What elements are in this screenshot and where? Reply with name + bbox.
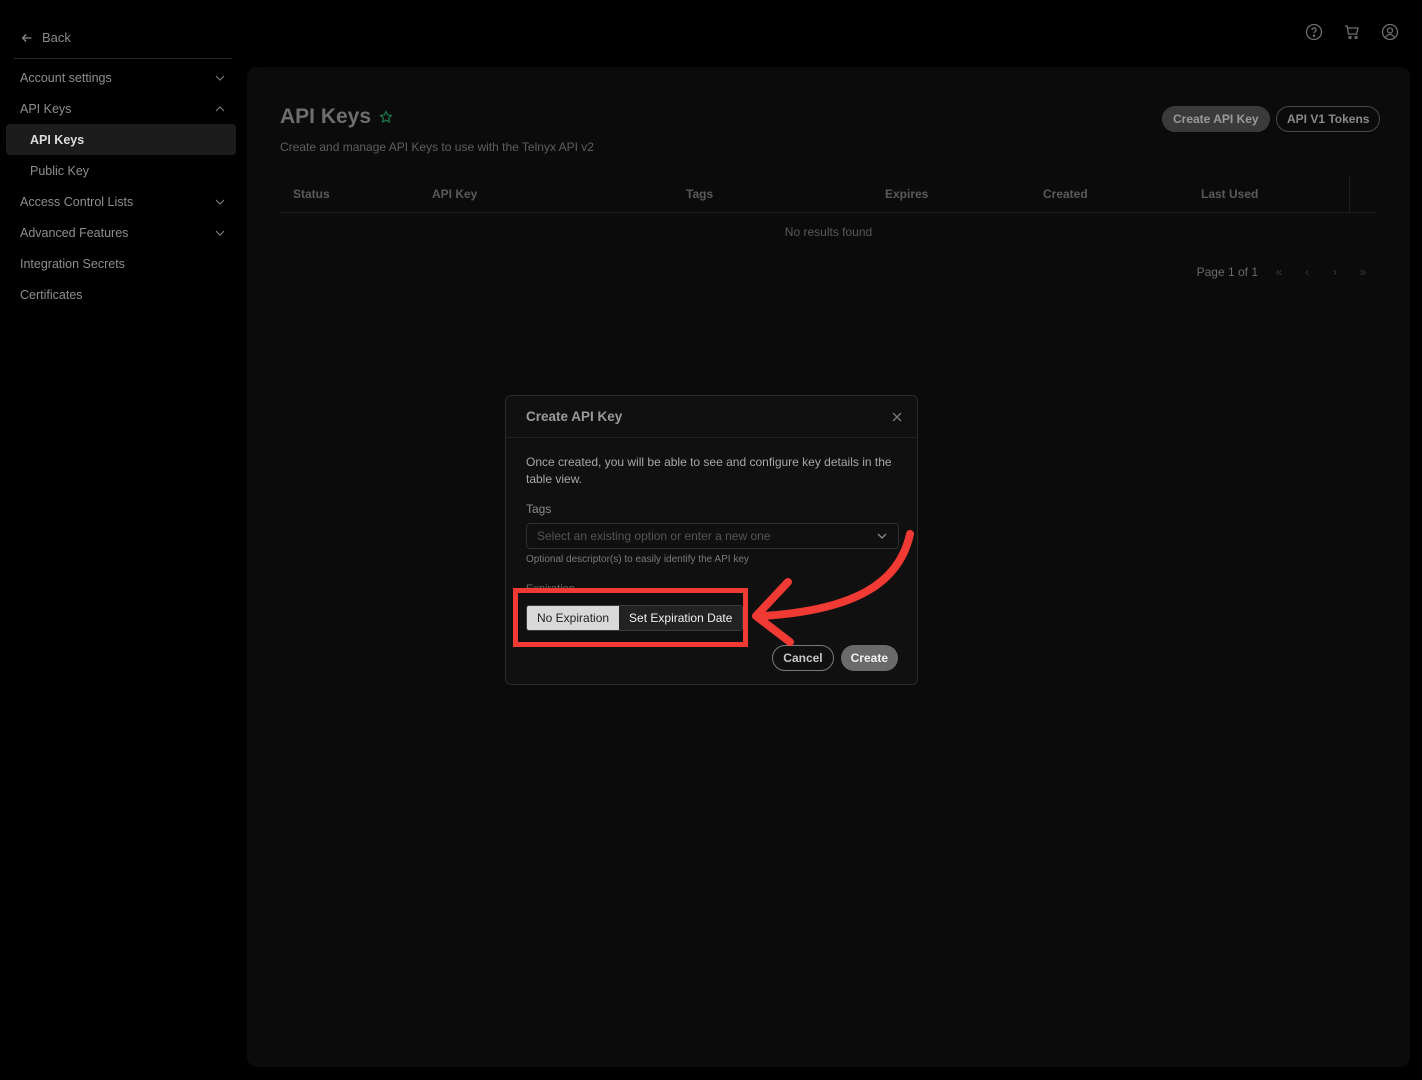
tags-placeholder: Select an existing option or enter a new… [537,529,771,543]
column-created[interactable]: Created [1043,187,1088,201]
sidebar-item-label: Certificates [20,287,83,302]
chevron-up-icon [215,105,225,111]
cart-icon[interactable] [1342,22,1362,42]
api-v1-tokens-button[interactable]: API V1 Tokens [1276,106,1381,132]
table-header: Status API Key Tags Expires Created Last… [280,175,1377,213]
api-keys-table: Status API Key Tags Expires Created Last… [280,175,1377,239]
sidebar: Back Account settings API Keys API Keys … [0,0,240,1080]
chevron-down-icon [215,230,225,236]
sidebar-item-label: Access Control Lists [20,194,134,209]
page-title: API Keys [280,105,393,129]
sidebar-item-label: API Keys [20,101,72,116]
pagination-label: Page 1 of 1 [1196,265,1258,279]
create-api-key-button[interactable]: Create API Key [1162,106,1270,132]
sidebar-item-label: Public Key [30,163,90,178]
page-subtitle: Create and manage API Keys to use with t… [280,140,594,154]
top-toolbar [1304,22,1400,42]
modal-description: Once created, you will be able to see an… [526,455,892,486]
tags-label: Tags [526,502,552,516]
highlight-box [513,588,748,647]
sidebar-item-account-settings[interactable]: Account settings [0,62,240,93]
sidebar-item-access-control-lists[interactable]: Access Control Lists [0,186,240,217]
sidebar-item-label: API Keys [30,132,85,147]
annotation-arrow [752,530,914,646]
column-tags[interactable]: Tags [686,187,713,201]
last-page-icon[interactable]: » [1356,265,1370,279]
first-page-icon[interactable]: « [1272,265,1286,279]
table-header-divider [1349,175,1350,213]
user-icon[interactable] [1380,22,1400,42]
back-link[interactable]: Back [20,30,71,45]
sidebar-item-public-key[interactable]: Public Key [0,155,240,186]
page-title-text: API Keys [280,105,372,128]
column-api-key[interactable]: API Key [432,187,477,201]
chevron-down-icon [215,75,225,81]
pagination: Page 1 of 1 « ‹ › » [1197,265,1370,279]
chevron-down-icon [215,199,225,205]
arrow-left-icon [21,33,32,42]
modal-title: Create API Key [526,409,623,424]
modal-header: Create API Key [506,396,917,438]
star-icon[interactable] [379,110,393,124]
sidebar-item-label: Account settings [20,70,112,85]
column-expires[interactable]: Expires [885,187,928,201]
sidebar-nav: Account settings API Keys API Keys Publi… [0,62,240,310]
sidebar-item-api-keys-group[interactable]: API Keys [0,93,240,124]
column-status[interactable]: Status [293,187,330,201]
column-last-used[interactable]: Last Used [1201,187,1258,201]
sidebar-item-api-keys[interactable]: API Keys [6,124,236,155]
sidebar-item-label: Advanced Features [20,225,129,240]
back-label: Back [42,30,71,45]
tags-helper-text: Optional descriptor(s) to easily identif… [526,554,749,565]
sidebar-divider [14,58,232,59]
close-icon[interactable] [891,411,903,423]
next-page-icon[interactable]: › [1328,265,1342,279]
sidebar-item-integration-secrets[interactable]: Integration Secrets [0,248,240,279]
sidebar-item-advanced-features[interactable]: Advanced Features [0,217,240,248]
empty-state-text: No results found [784,225,873,239]
help-icon[interactable] [1304,22,1324,42]
sidebar-item-certificates[interactable]: Certificates [0,279,240,310]
sidebar-item-label: Integration Secrets [20,256,125,271]
prev-page-icon[interactable]: ‹ [1300,265,1314,279]
